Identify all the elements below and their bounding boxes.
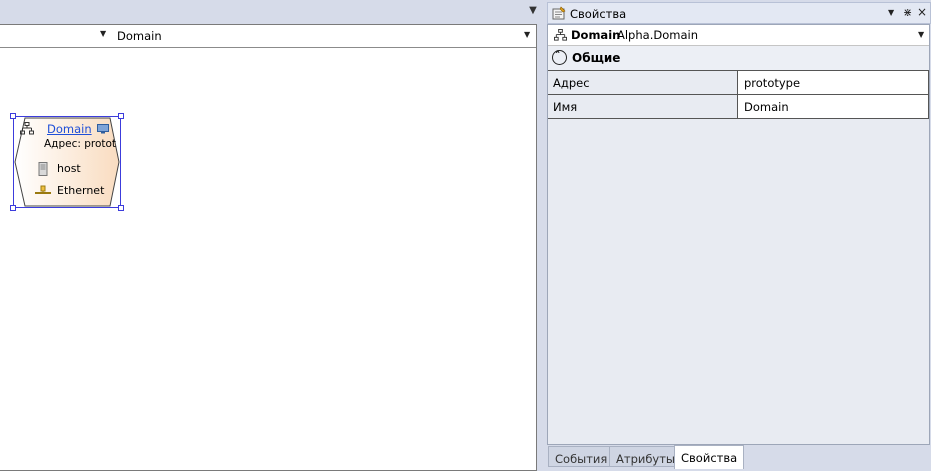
properties-body: Domain Alpha.Domain ▼ ˄ Общие Адрес prot…	[547, 24, 930, 445]
auto-hide-pin-icon[interactable]: ⋇	[903, 6, 912, 19]
monitor-icon	[97, 124, 109, 134]
properties-panel: Свойства ▼ ⋇ × Domain Alpha.Domain ▼ ˄ О…	[547, 0, 931, 469]
object-selector-dropdown[interactable]: Domain Alpha.Domain ▼	[548, 25, 929, 46]
selection-handle[interactable]	[118, 205, 124, 211]
node-title-link[interactable]: Domain	[47, 122, 92, 136]
selection-handle[interactable]	[10, 205, 16, 211]
domain-network-icon	[20, 122, 34, 135]
document-tab-strip: ▼	[0, 0, 539, 22]
tab-attributes[interactable]: Атрибуты	[609, 446, 683, 467]
chevron-down-icon[interactable]: ▼	[918, 30, 924, 39]
ethernet-icon	[35, 185, 51, 194]
property-row-name[interactable]: Имя Domain	[548, 94, 929, 118]
close-icon[interactable]: ×	[917, 5, 927, 19]
server-icon	[38, 162, 48, 176]
navigation-label[interactable]: Domain	[117, 29, 162, 43]
category-label: Общие	[572, 51, 621, 65]
tab-properties[interactable]: Свойства	[674, 445, 745, 469]
navigation-dropdown-icon[interactable]: ▼	[100, 29, 106, 38]
tab-list-dropdown-icon[interactable]: ▼	[526, 5, 540, 17]
child-item-label: host	[57, 162, 81, 175]
diagram-editor: ▼ Domain ▼ Domain Адрес: protot host Eth…	[0, 24, 537, 471]
property-value[interactable]: Domain	[739, 95, 929, 118]
navigation-bar[interactable]: ▼ Domain ▼	[0, 25, 536, 48]
diagram-canvas[interactable]: Domain Адрес: prototype host	[0, 48, 536, 470]
category-general[interactable]: ˄ Общие	[548, 46, 929, 70]
node-address: Адрес: prototype	[44, 138, 116, 150]
navigation-member-dropdown-icon[interactable]: ▼	[524, 30, 530, 39]
panel-tabs: События Атрибуты Свойства	[547, 445, 931, 469]
properties-titlebar[interactable]: Свойства ▼ ⋇ ×	[547, 2, 931, 24]
domain-network-icon	[554, 29, 567, 41]
tab-events[interactable]: События	[548, 446, 615, 467]
property-name: Имя	[548, 95, 738, 118]
selected-object-name: Domain	[571, 28, 621, 42]
window-position-dropdown-icon[interactable]: ▼	[888, 8, 894, 17]
properties-window-icon	[552, 6, 566, 20]
document-pane: ▼ ▼ Domain ▼ Domain Адрес: protot host E…	[0, 0, 539, 471]
property-row-address[interactable]: Адрес prototype	[548, 70, 929, 94]
pane-splitter[interactable]	[539, 0, 547, 469]
property-name: Адрес	[548, 71, 738, 94]
collapse-category-icon[interactable]: ˄	[552, 49, 567, 65]
panel-title: Свойства	[570, 7, 627, 21]
property-value[interactable]: prototype	[739, 71, 929, 94]
selection-handle[interactable]	[118, 113, 124, 119]
grid-divider	[548, 118, 929, 119]
domain-node[interactable]: Domain Адрес: prototype host	[10, 113, 124, 211]
selection-handle[interactable]	[10, 113, 16, 119]
selected-object-type: Alpha.Domain	[617, 28, 698, 42]
child-item-label: Ethernet	[57, 184, 105, 197]
property-grid: ˄ Общие Адрес prototype Имя Domain	[548, 46, 929, 444]
